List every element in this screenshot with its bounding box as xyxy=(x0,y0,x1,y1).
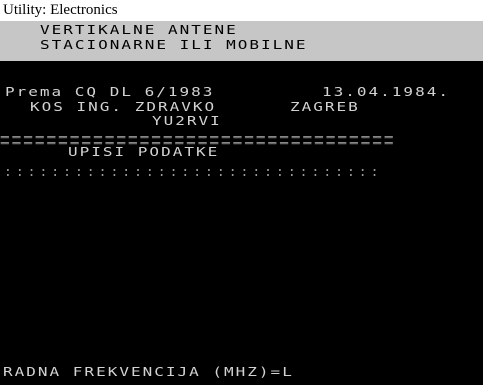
input-cursor[interactable]: L xyxy=(282,366,294,378)
section-title: UPISI PODATKE xyxy=(68,144,220,160)
prompt-label: RADNA FREKVENCIJA (MHZ)= xyxy=(3,364,283,380)
source-reference: Prema CQ DL 6/1983 xyxy=(5,84,215,100)
emulator-screen[interactable]: VERTIKALNE ANTENE STACIONARNE ILI MOBILN… xyxy=(0,21,483,385)
image-caption: Utility: Electronics xyxy=(3,2,118,18)
program-subtitle: STACIONARNE ILI MOBILNE xyxy=(40,37,308,53)
input-prompt[interactable]: RADNA FREKVENCIJA (MHZ)=L xyxy=(3,366,294,378)
screenshot-page: Utility: Electronics VERTIKALNE ANTENE S… xyxy=(0,0,483,385)
author-city: ZAGREB xyxy=(290,99,360,115)
author-callsign: YU2RVI xyxy=(152,113,222,129)
dotted-divider: :::::::::::::::::::::::::::::::: xyxy=(4,165,383,180)
program-date: 13.04.1984. xyxy=(322,84,450,100)
author-name: KOS ING. ZDRAVKO xyxy=(30,99,217,115)
program-title: VERTIKALNE ANTENE xyxy=(40,22,238,38)
